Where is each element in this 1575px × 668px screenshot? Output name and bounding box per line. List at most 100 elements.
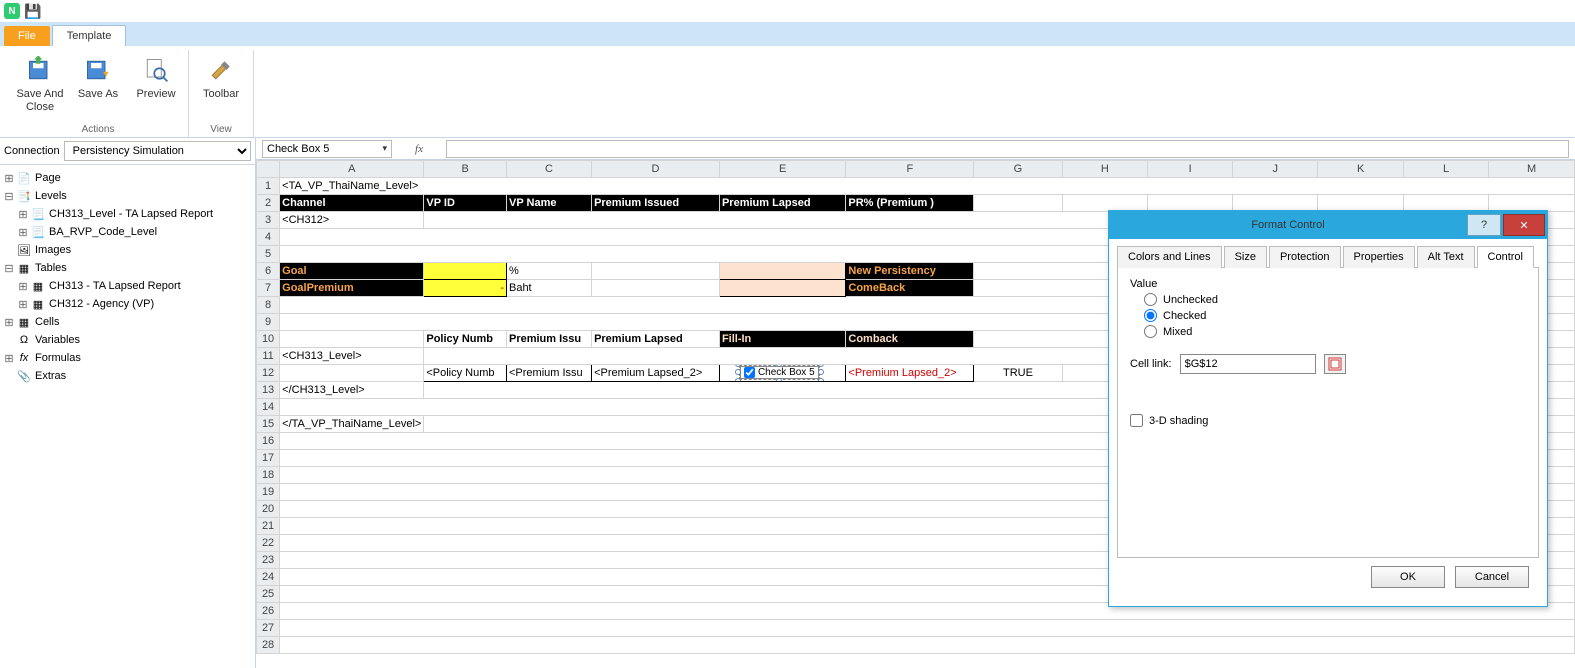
cell[interactable]: ComeBack <box>846 280 974 297</box>
col-header[interactable]: D <box>592 161 720 178</box>
expand-icon[interactable]: ⊞ <box>16 208 30 221</box>
tree-page[interactable]: Page <box>35 172 61 184</box>
cell[interactable]: Baht <box>506 280 591 297</box>
tab-size[interactable]: Size <box>1224 246 1267 268</box>
cell[interactable]: <Premium Lapsed_2> <box>846 365 974 382</box>
tab-control[interactable]: Control <box>1477 246 1534 268</box>
cell[interactable]: Premium Lapsed <box>592 331 720 348</box>
cell[interactable] <box>280 331 424 348</box>
cell[interactable]: GoalPremium <box>280 280 424 297</box>
tree-cells[interactable]: Cells <box>35 316 59 328</box>
cell[interactable]: <CH312> <box>280 212 424 229</box>
tab-alt-text[interactable]: Alt Text <box>1417 246 1475 268</box>
cell[interactable]: Comback <box>846 331 974 348</box>
row-header[interactable]: 19 <box>257 484 280 501</box>
cell[interactable] <box>280 365 424 382</box>
cell[interactable] <box>424 263 507 280</box>
expand-icon[interactable]: ⊞ <box>16 298 30 311</box>
cell[interactable]: Check Box 5 <box>719 365 845 382</box>
row-header[interactable]: 12 <box>257 365 280 382</box>
row-header[interactable]: 10 <box>257 331 280 348</box>
cancel-button[interactable]: Cancel <box>1455 566 1529 588</box>
cell[interactable]: Fill-In <box>719 331 845 348</box>
tree-images[interactable]: Images <box>35 244 71 256</box>
cell-link-input[interactable] <box>1180 354 1316 374</box>
row-header[interactable]: 17 <box>257 450 280 467</box>
col-header[interactable]: K <box>1318 161 1403 178</box>
cell[interactable] <box>1489 195 1575 212</box>
row-header[interactable]: 2 <box>257 195 280 212</box>
range-picker-button[interactable] <box>1324 354 1346 374</box>
col-header[interactable]: M <box>1489 161 1575 178</box>
cell[interactable]: <CH313_Level> <box>280 348 424 365</box>
row-header[interactable]: 22 <box>257 535 280 552</box>
tree-table-2[interactable]: CH312 - Agency (VP) <box>49 298 154 310</box>
row-header[interactable]: 13 <box>257 382 280 399</box>
expand-icon[interactable]: ⊞ <box>2 172 16 185</box>
save-as-button[interactable]: Save As <box>72 50 124 122</box>
cell[interactable]: </TA_VP_ThaiName_Level> <box>280 416 424 433</box>
cell[interactable]: </CH313_Level> <box>280 382 424 399</box>
row-header[interactable]: 7 <box>257 280 280 297</box>
radio-mixed[interactable] <box>1144 325 1157 338</box>
col-header[interactable]: A <box>280 161 424 178</box>
tree[interactable]: ⊞📄Page ⊟📑Levels ⊞📃CH313_Level - TA Lapse… <box>0 165 255 668</box>
save-and-close-button[interactable]: Save And Close <box>14 50 66 122</box>
cell[interactable] <box>1318 195 1403 212</box>
tree-level-2[interactable]: BA_RVP_Code_Level <box>49 226 157 238</box>
ok-button[interactable]: OK <box>1371 566 1445 588</box>
cell[interactable] <box>974 195 1062 212</box>
row-header[interactable]: 11 <box>257 348 280 365</box>
row-header[interactable]: 3 <box>257 212 280 229</box>
quick-save-icon[interactable]: 💾 <box>24 3 40 19</box>
cell[interactable] <box>280 620 1575 637</box>
help-button[interactable]: ? <box>1467 214 1501 236</box>
cell[interactable]: TRUE <box>974 365 1062 382</box>
tree-extras[interactable]: Extras <box>35 370 66 382</box>
collapse-icon[interactable]: ⊟ <box>2 262 16 275</box>
cell[interactable]: <Premium Issu <box>506 365 591 382</box>
tab-file[interactable]: File <box>4 26 50 46</box>
checkbox-3d-shading[interactable] <box>1130 414 1143 427</box>
row-header[interactable]: 21 <box>257 518 280 535</box>
col-header[interactable]: H <box>1062 161 1148 178</box>
tab-colors-lines[interactable]: Colors and Lines <box>1117 246 1222 268</box>
cell[interactable]: <Premium Lapsed_2> <box>592 365 720 382</box>
tree-variables[interactable]: Variables <box>35 334 80 346</box>
row-header[interactable]: 25 <box>257 586 280 603</box>
cell[interactable]: Premium Issu <box>506 331 591 348</box>
name-box[interactable]: Check Box 5▾ <box>262 140 392 158</box>
col-header[interactable]: J <box>1233 161 1318 178</box>
checkbox-input[interactable] <box>744 367 755 378</box>
cell[interactable]: VP Name <box>506 195 591 212</box>
col-header[interactable]: L <box>1403 161 1488 178</box>
tab-template[interactable]: Template <box>52 25 127 46</box>
row-header[interactable]: 15 <box>257 416 280 433</box>
expand-icon[interactable]: ⊞ <box>2 316 16 329</box>
select-all-corner[interactable] <box>257 161 280 178</box>
formula-bar[interactable] <box>446 140 1569 158</box>
row-header[interactable]: 27 <box>257 620 280 637</box>
row-header[interactable]: 6 <box>257 263 280 280</box>
cell[interactable]: New Persistency <box>846 263 974 280</box>
connection-select[interactable]: Persistency Simulation <box>64 141 251 161</box>
chevron-down-icon[interactable]: ▾ <box>382 143 387 154</box>
expand-icon[interactable]: ⊞ <box>2 352 16 365</box>
row-header[interactable]: 23 <box>257 552 280 569</box>
radio-checked[interactable] <box>1144 309 1157 322</box>
cell[interactable] <box>280 637 1575 654</box>
cell[interactable] <box>1403 195 1488 212</box>
row-header[interactable]: 20 <box>257 501 280 518</box>
expand-icon[interactable]: ⊞ <box>16 226 30 239</box>
dialog-titlebar[interactable]: Format Control ? ✕ <box>1109 211 1547 239</box>
cell[interactable] <box>592 280 720 297</box>
cell[interactable] <box>1233 195 1318 212</box>
row-header[interactable]: 28 <box>257 637 280 654</box>
tree-tables[interactable]: Tables <box>35 262 67 274</box>
row-header[interactable]: 4 <box>257 229 280 246</box>
cell[interactable] <box>1148 195 1233 212</box>
tree-level-1[interactable]: CH313_Level - TA Lapsed Report <box>49 208 213 220</box>
cell[interactable]: Goal <box>280 263 424 280</box>
col-header[interactable]: G <box>974 161 1062 178</box>
col-header[interactable]: C <box>506 161 591 178</box>
